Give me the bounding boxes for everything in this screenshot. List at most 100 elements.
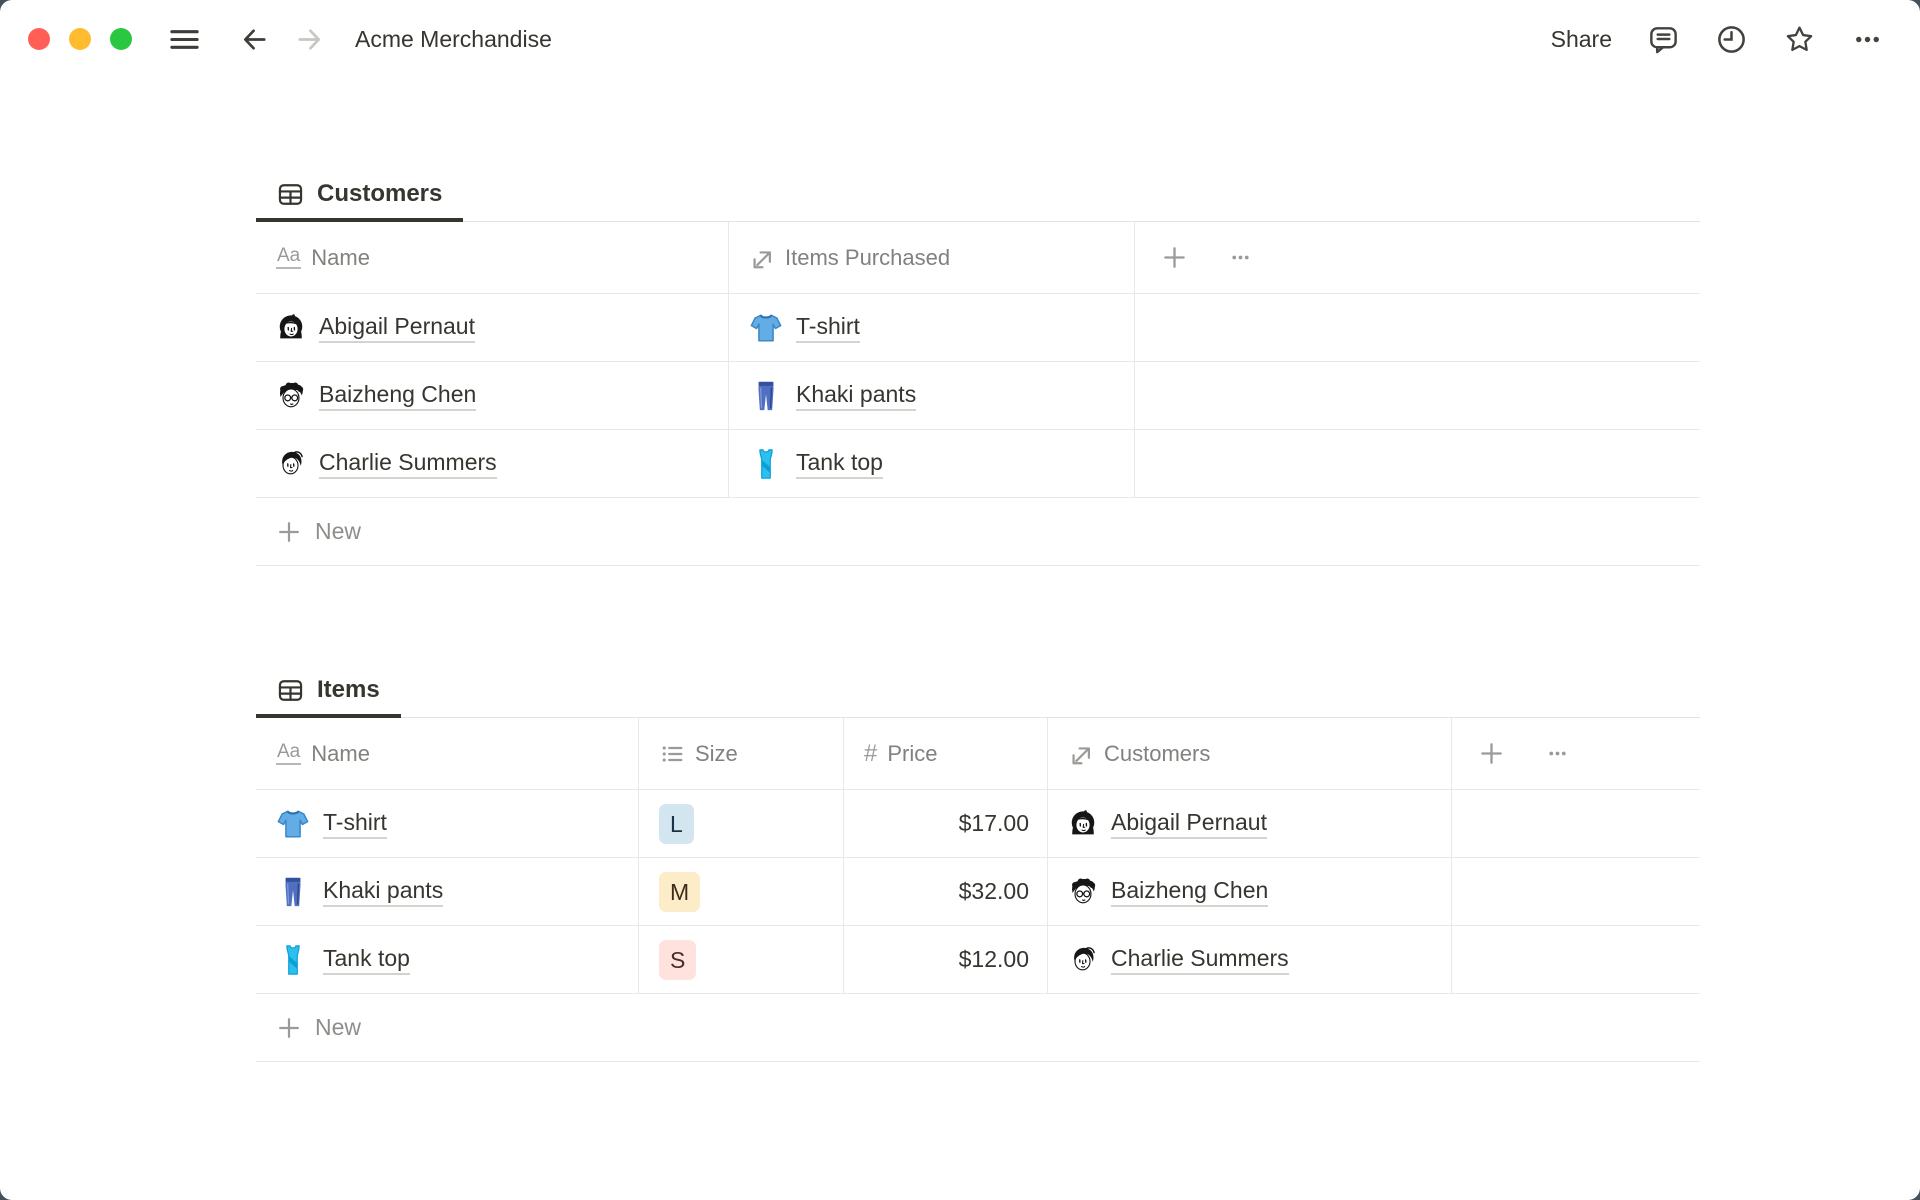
table-options-ellipsis-icon[interactable] bbox=[1545, 741, 1570, 766]
empty-cell[interactable] bbox=[1135, 294, 1700, 361]
new-row-button[interactable]: New bbox=[256, 498, 1700, 566]
tab-label: Customers bbox=[317, 180, 443, 207]
relation-link[interactable]: T-shirt bbox=[796, 313, 860, 343]
new-row-button[interactable]: New bbox=[256, 994, 1700, 1062]
column-header-customers[interactable]: Customers bbox=[1048, 718, 1452, 789]
empty-cell[interactable] bbox=[1135, 430, 1700, 497]
size-tag: L bbox=[659, 803, 694, 844]
size-tag: M bbox=[659, 871, 701, 912]
price-cell[interactable]: $32.00 bbox=[844, 858, 1048, 925]
updates-button[interactable] bbox=[1715, 23, 1748, 56]
minimize-window-button[interactable] bbox=[69, 28, 91, 50]
comment-bubble-icon bbox=[1647, 23, 1680, 56]
new-row-label: New bbox=[315, 518, 362, 544]
avatar-abigail-pernaut-icon bbox=[276, 313, 306, 343]
comments-button[interactable] bbox=[1647, 23, 1680, 56]
size-cell[interactable]: S bbox=[639, 926, 844, 993]
relation-link[interactable]: Tank top bbox=[796, 449, 883, 479]
page-link[interactable]: Khaki pants bbox=[323, 877, 444, 907]
size-cell[interactable]: L bbox=[639, 790, 844, 857]
column-label: Name bbox=[311, 740, 370, 766]
name-cell[interactable]: Abigail Pernaut bbox=[256, 294, 729, 361]
customers-view-tabs: Customers bbox=[256, 166, 1700, 222]
notion-window: Acme Merchandise Share Customers Aa Name… bbox=[0, 0, 1920, 1200]
column-header-items-purchased[interactable]: Items Purchased bbox=[729, 222, 1135, 293]
name-cell[interactable]: Tank top bbox=[256, 926, 639, 993]
size-cell[interactable]: M bbox=[639, 858, 844, 925]
price-cell[interactable]: $17.00 bbox=[844, 790, 1048, 857]
customers-cell[interactable]: Baizheng Chen bbox=[1048, 858, 1452, 925]
name-cell[interactable]: Baizheng Chen bbox=[256, 362, 729, 429]
page-title: Acme Merchandise bbox=[355, 25, 552, 52]
table-row: T-shirt L $17.00 Abigail Pernaut bbox=[256, 790, 1700, 858]
empty-cell[interactable] bbox=[1452, 858, 1700, 925]
table-row: Charlie Summers Tank top bbox=[256, 430, 1700, 498]
items-purchased-cell[interactable]: T-shirt bbox=[729, 294, 1135, 361]
column-label: Customers bbox=[1104, 740, 1211, 766]
more-options-button[interactable] bbox=[1851, 23, 1884, 56]
column-header-name[interactable]: Aa Name bbox=[256, 222, 729, 293]
table-row: Baizheng Chen Khaki pants bbox=[256, 362, 1700, 430]
page-link[interactable]: Abigail Pernaut bbox=[319, 313, 475, 343]
fullscreen-window-button[interactable] bbox=[110, 28, 132, 50]
name-cell[interactable]: Charlie Summers bbox=[256, 430, 729, 497]
number-icon: # bbox=[864, 739, 878, 767]
relation-link[interactable]: Baizheng Chen bbox=[1111, 877, 1269, 907]
plus-icon bbox=[276, 1015, 302, 1041]
table-view-icon bbox=[277, 677, 304, 704]
table-view-icon bbox=[277, 181, 304, 208]
empty-cell[interactable] bbox=[1452, 790, 1700, 857]
customers-header-actions bbox=[1135, 222, 1700, 293]
items-purchased-cell[interactable]: Tank top bbox=[729, 430, 1135, 497]
customers-header-row: Aa Name Items Purchased bbox=[256, 222, 1700, 294]
empty-cell[interactable] bbox=[1135, 362, 1700, 429]
column-header-name[interactable]: Aa Name bbox=[256, 718, 639, 789]
topbar: Acme Merchandise Share bbox=[0, 0, 1920, 78]
clock-history-icon bbox=[1715, 23, 1748, 56]
customers-cell[interactable]: Abigail Pernaut bbox=[1048, 790, 1452, 857]
column-header-price[interactable]: # Price bbox=[844, 718, 1048, 789]
price-cell[interactable]: $12.00 bbox=[844, 926, 1048, 993]
tshirt-emoji-icon bbox=[276, 807, 310, 841]
back-button[interactable] bbox=[239, 24, 270, 55]
relation-icon bbox=[749, 245, 775, 271]
relation-link[interactable]: Abigail Pernaut bbox=[1111, 809, 1267, 839]
tab-customers-table-view[interactable]: Customers bbox=[256, 166, 464, 222]
tab-items-table-view[interactable]: Items bbox=[256, 662, 401, 718]
tank-top-emoji-icon bbox=[276, 943, 310, 977]
relation-link[interactable]: Charlie Summers bbox=[1111, 945, 1289, 975]
share-button[interactable]: Share bbox=[1551, 26, 1612, 53]
avatar-baizheng-chen-icon bbox=[1068, 877, 1098, 907]
new-row-label: New bbox=[315, 1014, 362, 1040]
jeans-emoji-icon bbox=[749, 379, 783, 413]
customers-database: Customers Aa Name Items Purchased Abigai… bbox=[256, 166, 1700, 566]
page-link[interactable]: Tank top bbox=[323, 945, 410, 975]
table-row: Khaki pants M $32.00 Baizheng Chen bbox=[256, 858, 1700, 926]
forward-arrow-icon bbox=[294, 24, 325, 55]
close-window-button[interactable] bbox=[28, 28, 50, 50]
column-label: Price bbox=[887, 740, 938, 766]
items-header-row: Aa Name Size # Price Customers bbox=[256, 718, 1700, 790]
empty-cell[interactable] bbox=[1452, 926, 1700, 993]
items-header-actions bbox=[1452, 718, 1700, 789]
table-row: Tank top S $12.00 Charlie Summers bbox=[256, 926, 1700, 994]
sidebar-menu-button[interactable] bbox=[168, 23, 201, 56]
add-property-plus-icon[interactable] bbox=[1161, 244, 1188, 271]
favorite-button[interactable] bbox=[1783, 23, 1816, 56]
table-options-ellipsis-icon[interactable] bbox=[1228, 245, 1253, 270]
page-link[interactable]: Baizheng Chen bbox=[319, 381, 477, 411]
topbar-actions: Share bbox=[1551, 23, 1884, 56]
relation-link[interactable]: Khaki pants bbox=[796, 381, 917, 411]
add-property-plus-icon[interactable] bbox=[1478, 740, 1505, 767]
items-purchased-cell[interactable]: Khaki pants bbox=[729, 362, 1135, 429]
star-favorite-icon bbox=[1783, 23, 1816, 56]
forward-button[interactable] bbox=[294, 24, 325, 55]
page-link[interactable]: Charlie Summers bbox=[319, 449, 497, 479]
customers-cell[interactable]: Charlie Summers bbox=[1048, 926, 1452, 993]
more-ellipsis-icon bbox=[1851, 23, 1884, 56]
page-link[interactable]: T-shirt bbox=[323, 809, 387, 839]
column-header-size[interactable]: Size bbox=[639, 718, 844, 789]
avatar-charlie-summers-icon bbox=[1068, 945, 1098, 975]
name-cell[interactable]: Khaki pants bbox=[256, 858, 639, 925]
name-cell[interactable]: T-shirt bbox=[256, 790, 639, 857]
